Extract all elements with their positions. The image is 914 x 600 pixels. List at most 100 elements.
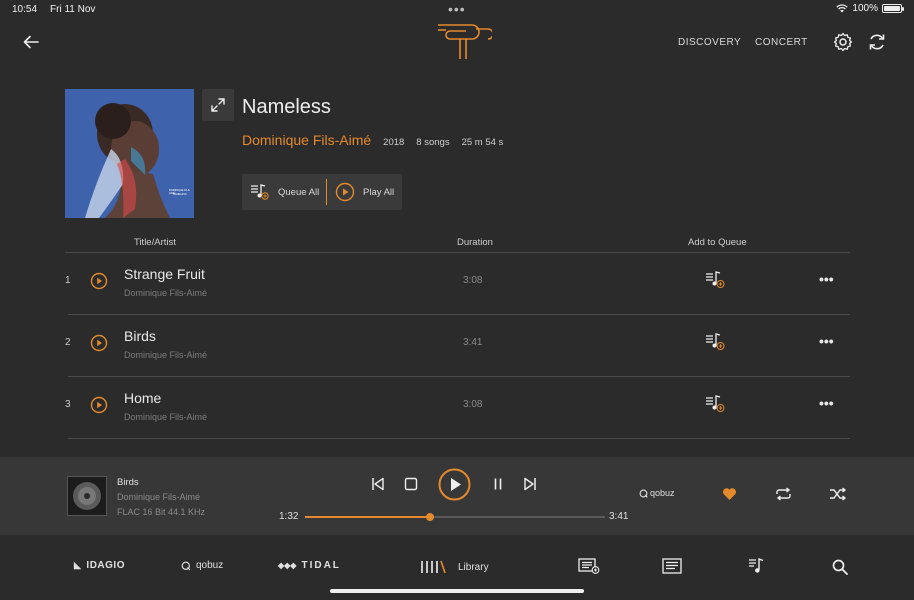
track-artist: Dominique Fils-Aimé	[124, 350, 208, 360]
track-play-button[interactable]	[90, 396, 108, 419]
now-playing-title: Birds	[117, 477, 139, 488]
nav-tidal[interactable]: ◆◆◆ TIDAL	[278, 560, 341, 571]
next-icon	[524, 477, 536, 491]
track-play-button[interactable]	[90, 334, 108, 357]
play-button[interactable]	[438, 468, 471, 506]
nav-discovery[interactable]: DISCOVERY	[678, 37, 741, 48]
sync-button[interactable]	[866, 31, 888, 53]
more-icon[interactable]: •••	[819, 395, 834, 411]
table-row[interactable]: 2 Birds Dominique Fils-Aimé 3:41 •••	[65, 315, 850, 377]
play-circle-icon	[438, 468, 471, 501]
track-number: 3	[65, 399, 71, 410]
table-row[interactable]: 1 Strange Fruit Dominique Fils-Aimé 3:08…	[65, 253, 850, 315]
progress-fill	[305, 516, 430, 518]
battery-percent: 100%	[852, 3, 878, 14]
nav-idagio-label: IDAGIO	[86, 560, 125, 571]
col-add-to-queue: Add to Queue	[688, 237, 747, 248]
shuffle-button[interactable]	[829, 487, 847, 506]
play-circle-icon	[90, 272, 108, 290]
next-button[interactable]	[523, 477, 537, 496]
more-icon[interactable]: •••	[819, 271, 834, 287]
nav-playlists[interactable]	[662, 558, 682, 574]
queue-list-icon	[578, 558, 600, 574]
heart-icon	[722, 488, 737, 500]
queue-icon	[706, 395, 725, 412]
queue-play-actions: Queue All Play All	[242, 174, 402, 210]
play-circle-icon	[90, 396, 108, 414]
qobuz-icon	[181, 561, 191, 570]
track-add-queue-button[interactable]	[705, 270, 727, 295]
play-circle-icon	[335, 182, 355, 202]
track-title: Birds	[124, 328, 156, 344]
now-playing-artwork[interactable]	[67, 476, 107, 516]
play-all-button[interactable]: Play All	[327, 174, 402, 210]
qobuz-icon	[639, 489, 648, 498]
refresh-icon	[869, 34, 885, 50]
tidal-icon: ◆◆◆	[278, 561, 297, 570]
row-divider	[68, 438, 850, 439]
cover-text-album: NAMELESS	[173, 193, 187, 196]
track-add-queue-button[interactable]	[705, 332, 727, 357]
play-all-label: Play All	[363, 186, 395, 198]
music-note-icon	[749, 558, 764, 573]
document-list-icon	[662, 558, 682, 574]
track-add-queue-button[interactable]	[705, 394, 727, 419]
nav-qobuz[interactable]: qobuz	[181, 560, 223, 571]
expand-cover-button[interactable]	[202, 89, 234, 121]
track-duration: 3:08	[463, 399, 483, 410]
nav-idagio[interactable]: ◣ IDAGIO	[74, 560, 125, 571]
nav-concert[interactable]: CONCERT	[755, 37, 808, 48]
logo-icon	[438, 24, 494, 59]
track-play-button[interactable]	[90, 272, 108, 295]
prev-icon	[372, 477, 384, 491]
status-date: Fri 11 Nov	[50, 4, 96, 15]
elapsed-time: 1:32	[279, 511, 299, 522]
expand-icon	[211, 98, 225, 112]
album-meta: Dominique Fils-Aimé 2018 8 songs 25 m 54…	[242, 132, 503, 148]
album-cover[interactable]: DOMINIQUE FILS-AIMÉ NAMELESS	[65, 89, 194, 218]
previous-button[interactable]	[371, 477, 385, 496]
app-logo[interactable]	[436, 21, 494, 61]
nav-library[interactable]: Library	[420, 560, 489, 574]
battery-indicator: 100%	[836, 3, 904, 14]
stop-icon	[404, 477, 418, 491]
pause-icon	[494, 478, 502, 490]
pause-button[interactable]	[491, 477, 505, 496]
nav-search[interactable]	[832, 559, 848, 575]
queue-icon	[251, 184, 269, 200]
shuffle-icon	[830, 487, 847, 501]
album-year: 2018	[383, 137, 405, 148]
nav-qobuz-label: qobuz	[196, 560, 224, 571]
nav-tidal-label: TIDAL	[301, 560, 341, 571]
more-icon[interactable]: •••	[819, 333, 834, 349]
queue-all-button[interactable]: Queue All	[242, 174, 326, 210]
album-artist-link[interactable]: Dominique Fils-Aimé	[242, 132, 371, 148]
nav-now-playing[interactable]	[748, 558, 764, 574]
col-title-artist[interactable]: Title/Artist	[134, 237, 176, 248]
status-time: 10:54	[12, 4, 38, 15]
track-title: Strange Fruit	[124, 266, 205, 282]
repeat-button[interactable]	[775, 487, 792, 506]
track-number: 1	[65, 275, 71, 286]
track-duration: 3:41	[463, 337, 483, 348]
track-artist: Dominique Fils-Aimé	[124, 412, 208, 422]
track-title: Home	[124, 390, 162, 406]
progress-slider[interactable]	[305, 513, 605, 521]
stop-button[interactable]	[404, 477, 418, 496]
now-playing-artist: Dominique Fils-Aimé	[117, 492, 201, 502]
album-song-count: 8 songs	[416, 137, 450, 148]
queue-icon	[706, 271, 725, 288]
favorite-button[interactable]	[722, 487, 737, 506]
nav-queue[interactable]	[578, 558, 600, 574]
back-button[interactable]	[22, 33, 40, 51]
source-label: qobuz	[650, 488, 675, 498]
queue-icon	[706, 333, 725, 350]
home-indicator[interactable]	[330, 589, 584, 593]
source-badge: qobuz	[639, 488, 675, 498]
settings-button[interactable]	[832, 31, 854, 53]
col-duration[interactable]: Duration	[457, 237, 493, 248]
progress-knob[interactable]	[425, 513, 434, 521]
multitask-dots-icon[interactable]: •••	[448, 1, 466, 17]
back-arrow-icon	[23, 35, 39, 49]
table-row[interactable]: 3 Home Dominique Fils-Aimé 3:08 •••	[65, 377, 850, 439]
